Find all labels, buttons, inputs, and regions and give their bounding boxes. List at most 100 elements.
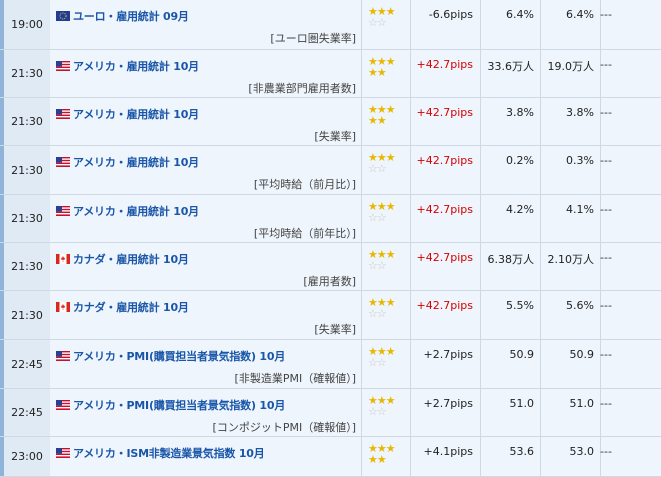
pips-value: +42.7pips bbox=[416, 154, 473, 167]
pips-value: +42.7pips bbox=[416, 106, 473, 119]
star-icon: ☆☆ bbox=[368, 211, 387, 224]
event-name-link[interactable]: アメリカ・雇用統計 10月 bbox=[56, 106, 199, 122]
us-flag-icon bbox=[56, 206, 70, 216]
previous-value: 6.38万人 bbox=[487, 253, 535, 266]
table-row[interactable]: 21:30 アメリカ・雇用統計 10月 [失業率] ★★★ ★★ +42.7pips 3.8… bbox=[0, 98, 661, 146]
event-subtitle: [失業率] bbox=[314, 130, 356, 143]
us-flag-icon bbox=[56, 351, 70, 361]
actual-value: --- bbox=[600, 8, 612, 21]
importance-stars: ★★★ ★★ bbox=[368, 104, 402, 126]
actual-value: --- bbox=[600, 154, 612, 167]
column-divider bbox=[480, 50, 481, 97]
event-name-link[interactable]: アメリカ・PMI(購買担当者景気指数) 10月 bbox=[56, 397, 285, 413]
column-divider bbox=[480, 437, 481, 476]
event-name: アメリカ・雇用統計 10月 bbox=[73, 108, 199, 121]
event-name-link[interactable]: アメリカ・PMI(購買担当者景気指数) 10月 bbox=[56, 348, 285, 364]
table-row[interactable]: 22:45 アメリカ・PMI(購買担当者景気指数) 10月 [コンポジットPMI（確… bbox=[0, 389, 661, 437]
event-name: アメリカ・雇用統計 10月 bbox=[73, 205, 199, 218]
column-divider bbox=[540, 98, 541, 145]
column-divider bbox=[480, 340, 481, 388]
column-divider bbox=[480, 291, 481, 339]
previous-value: 6.4% bbox=[506, 8, 534, 21]
event-time: 22:45 bbox=[0, 389, 50, 436]
table-row[interactable]: 21:30 アメリカ・雇用統計 10月 [平均時給（前年比）] ★★★ ☆☆ +42.7p… bbox=[0, 195, 661, 243]
us-flag-icon bbox=[56, 448, 70, 458]
actual-value: --- bbox=[600, 299, 612, 312]
column-divider bbox=[410, 0, 411, 49]
pips-value: +2.7pips bbox=[423, 348, 473, 361]
event-name-link[interactable]: カナダ・雇用統計 10月 bbox=[56, 299, 189, 315]
event-name: アメリカ・雇用統計 10月 bbox=[73, 60, 199, 73]
event-name-link[interactable]: アメリカ・ISM非製造業景気指数 10月 bbox=[56, 445, 265, 461]
column-divider bbox=[540, 340, 541, 388]
importance-stars: ★★★ ☆☆ bbox=[368, 201, 402, 223]
column-divider bbox=[410, 389, 411, 436]
pips-value: +42.7pips bbox=[416, 299, 473, 312]
column-divider bbox=[361, 340, 362, 388]
previous-value: 0.2% bbox=[506, 154, 534, 167]
event-name-link[interactable]: アメリカ・雇用統計 10月 bbox=[56, 154, 199, 170]
event-name-link[interactable]: ユーロ・雇用統計 09月 bbox=[56, 8, 189, 24]
table-row[interactable]: 23:00 アメリカ・ISM非製造業景気指数 10月 ★★★ ★★ +4.1pips 53… bbox=[0, 437, 661, 477]
column-divider bbox=[410, 243, 411, 290]
event-name-link[interactable]: アメリカ・雇用統計 10月 bbox=[56, 203, 199, 219]
event-name: アメリカ・PMI(購買担当者景気指数) 10月 bbox=[73, 399, 286, 412]
forecast-value: 3.8% bbox=[566, 106, 594, 119]
column-divider bbox=[540, 243, 541, 290]
pips-value: +42.7pips bbox=[416, 203, 473, 216]
event-time: 21:30 bbox=[0, 98, 50, 145]
event-subtitle: [非製造業PMI（確報値）] bbox=[234, 372, 356, 385]
column-divider bbox=[410, 98, 411, 145]
star-icon: ☆☆ bbox=[368, 259, 387, 272]
us-flag-icon bbox=[56, 400, 70, 410]
column-divider bbox=[480, 195, 481, 242]
event-time: 21:30 bbox=[0, 146, 50, 194]
event-subtitle: [ユーロ圏失業率] bbox=[270, 32, 356, 45]
event-subtitle: [非農業部門雇用者数] bbox=[248, 82, 356, 95]
previous-value: 4.2% bbox=[506, 203, 534, 216]
event-name-link[interactable]: アメリカ・雇用統計 10月 bbox=[56, 58, 199, 74]
column-divider bbox=[361, 50, 362, 97]
column-divider bbox=[410, 50, 411, 97]
previous-value: 5.5% bbox=[506, 299, 534, 312]
event-time: 21:30 bbox=[0, 50, 50, 97]
pips-value: +4.1pips bbox=[423, 445, 473, 458]
table-row[interactable]: 21:30 カナダ・雇用統計 10月 [雇用者数] ★★★ ☆☆ +42.7pips 6.3… bbox=[0, 243, 661, 291]
column-divider bbox=[540, 146, 541, 194]
forecast-value: 2.10万人 bbox=[547, 253, 595, 266]
event-time: 21:30 bbox=[0, 243, 50, 290]
event-name-link[interactable]: カナダ・雇用統計 10月 bbox=[56, 251, 189, 267]
column-divider bbox=[361, 389, 362, 436]
column-divider bbox=[480, 0, 481, 49]
pips-value: +2.7pips bbox=[423, 397, 473, 410]
pips-value: +42.7pips bbox=[416, 251, 473, 264]
actual-value: --- bbox=[600, 106, 612, 119]
importance-stars: ★★★ ☆☆ bbox=[368, 152, 402, 174]
importance-stars: ★★★ ☆☆ bbox=[368, 346, 402, 368]
event-name: ユーロ・雇用統計 09月 bbox=[73, 10, 189, 23]
event-time: 23:00 bbox=[0, 437, 50, 476]
column-divider bbox=[480, 98, 481, 145]
table-row[interactable]: 21:30 カナダ・雇用統計 10月 [失業率] ★★★ ☆☆ +42.7pips 5.5%… bbox=[0, 291, 661, 340]
previous-value: 3.8% bbox=[506, 106, 534, 119]
star-icon: ☆☆ bbox=[368, 307, 387, 320]
star-icon: ☆☆ bbox=[368, 356, 387, 369]
event-subtitle: [失業率] bbox=[314, 323, 356, 336]
event-time: 21:30 bbox=[0, 291, 50, 339]
actual-value: --- bbox=[600, 348, 612, 361]
forecast-value: 5.6% bbox=[566, 299, 594, 312]
table-row[interactable]: 19:00 ユーロ・雇用統計 09月 [ユーロ圏失業率] ★★★ ☆☆ -6.6pips 6… bbox=[0, 0, 661, 50]
table-row[interactable]: 21:30 アメリカ・雇用統計 10月 [平均時給（前月比）] ★★★ ☆☆ +42.7p… bbox=[0, 146, 661, 195]
importance-stars: ★★★ ☆☆ bbox=[368, 297, 402, 319]
table-row[interactable]: 22:45 アメリカ・PMI(購買担当者景気指数) 10月 [非製造業PMI（確報値… bbox=[0, 340, 661, 389]
event-time: 21:30 bbox=[0, 195, 50, 242]
table-row[interactable]: 21:30 アメリカ・雇用統計 10月 [非農業部門雇用者数] ★★★ ★★ +42.7p… bbox=[0, 50, 661, 98]
event-time: 22:45 bbox=[0, 340, 50, 388]
column-divider bbox=[410, 340, 411, 388]
column-divider bbox=[540, 389, 541, 436]
star-icon: ☆☆ bbox=[368, 16, 387, 29]
event-subtitle: [雇用者数] bbox=[303, 275, 356, 288]
column-divider bbox=[410, 195, 411, 242]
column-divider bbox=[361, 437, 362, 476]
actual-value: --- bbox=[600, 203, 612, 216]
